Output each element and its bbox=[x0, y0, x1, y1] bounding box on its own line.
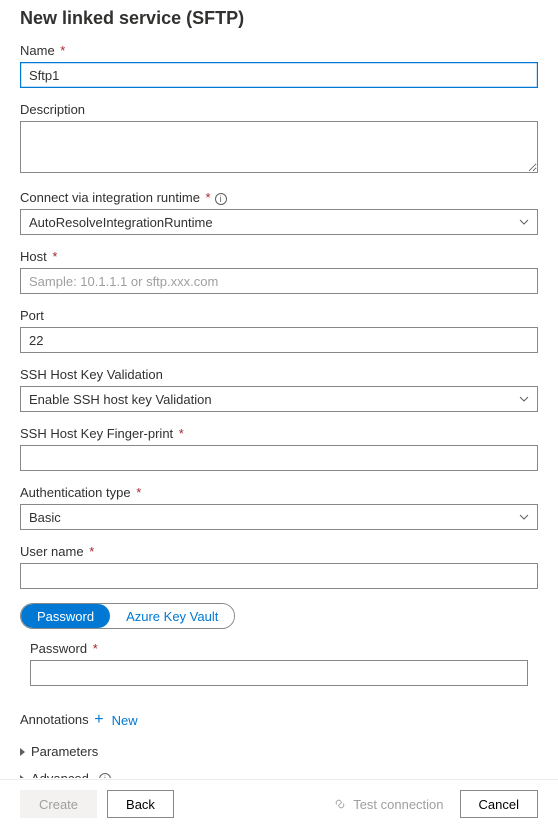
add-annotation-button[interactable]: + New bbox=[92, 708, 139, 732]
description-input[interactable] bbox=[20, 121, 538, 173]
required-marker: * bbox=[49, 249, 58, 264]
ssh-validation-label: SSH Host Key Validation bbox=[20, 367, 163, 382]
chevron-down-icon bbox=[519, 394, 529, 404]
port-input[interactable] bbox=[20, 327, 538, 353]
info-icon[interactable]: i bbox=[215, 193, 227, 205]
test-connection-button: Test connection bbox=[333, 797, 443, 812]
auth-type-select-value: Basic bbox=[29, 510, 61, 525]
advanced-label: Advanced bbox=[31, 771, 89, 778]
runtime-select[interactable]: AutoResolveIntegrationRuntime bbox=[20, 209, 538, 235]
chevron-down-icon bbox=[519, 512, 529, 522]
password-label: Password * bbox=[30, 641, 98, 656]
name-label: Name * bbox=[20, 43, 65, 58]
auth-type-label: Authentication type * bbox=[20, 485, 141, 500]
plus-icon: + bbox=[94, 712, 103, 728]
ssh-fingerprint-input[interactable] bbox=[20, 445, 538, 471]
name-input[interactable] bbox=[20, 62, 538, 88]
chevron-right-icon bbox=[20, 748, 25, 756]
port-label: Port bbox=[20, 308, 44, 323]
test-connection-label: Test connection bbox=[353, 797, 443, 812]
credential-source-toggle: Password Azure Key Vault bbox=[20, 603, 235, 629]
required-marker: * bbox=[175, 426, 184, 441]
runtime-select-value: AutoResolveIntegrationRuntime bbox=[29, 215, 213, 230]
chevron-down-icon bbox=[519, 217, 529, 227]
required-marker: * bbox=[133, 485, 142, 500]
host-label: Host * bbox=[20, 249, 57, 264]
annotations-label: Annotations bbox=[20, 712, 89, 727]
password-input[interactable] bbox=[30, 660, 528, 686]
username-label: User name * bbox=[20, 544, 94, 559]
cancel-button[interactable]: Cancel bbox=[460, 790, 538, 818]
link-icon bbox=[333, 797, 347, 811]
required-marker: * bbox=[89, 641, 98, 656]
ssh-fingerprint-label: SSH Host Key Finger-print * bbox=[20, 426, 184, 441]
host-input[interactable] bbox=[20, 268, 538, 294]
auth-type-select[interactable]: Basic bbox=[20, 504, 538, 530]
chevron-right-icon bbox=[20, 775, 25, 779]
required-marker: * bbox=[86, 544, 95, 559]
info-icon[interactable]: i bbox=[99, 773, 111, 779]
tab-password[interactable]: Password bbox=[21, 604, 110, 628]
footer: Create Back Test connection Cancel bbox=[0, 779, 558, 828]
description-label: Description bbox=[20, 102, 85, 117]
back-button[interactable]: Back bbox=[107, 790, 174, 818]
tab-azure-key-vault[interactable]: Azure Key Vault bbox=[110, 604, 234, 628]
parameters-expander[interactable]: Parameters bbox=[20, 738, 538, 765]
username-input[interactable] bbox=[20, 563, 538, 589]
required-marker: * bbox=[202, 190, 211, 205]
parameters-label: Parameters bbox=[31, 744, 98, 759]
ssh-validation-select[interactable]: Enable SSH host key Validation bbox=[20, 386, 538, 412]
page-title: New linked service (SFTP) bbox=[20, 8, 538, 29]
add-annotation-label: New bbox=[112, 713, 138, 728]
runtime-label: Connect via integration runtime *i bbox=[20, 190, 227, 205]
ssh-validation-select-value: Enable SSH host key Validation bbox=[29, 392, 212, 407]
advanced-expander[interactable]: Advanced i bbox=[20, 765, 538, 778]
required-marker: * bbox=[57, 43, 66, 58]
create-button: Create bbox=[20, 790, 97, 818]
